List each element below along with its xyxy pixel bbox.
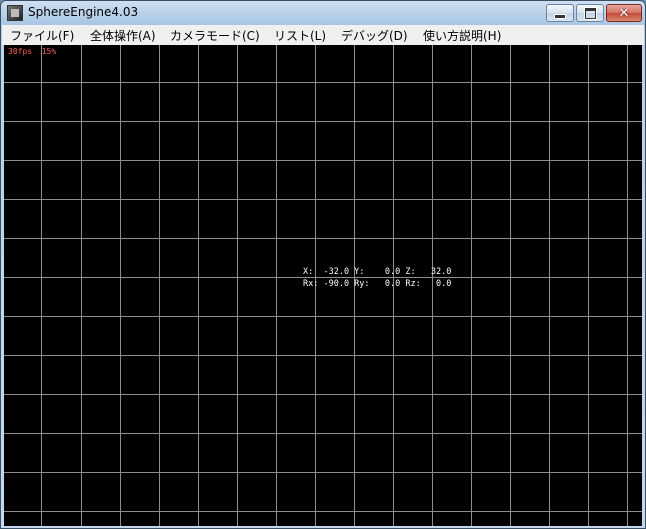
fps-readout: 30fps bbox=[8, 47, 33, 56]
close-icon: ✕ bbox=[618, 5, 630, 21]
menu-list[interactable]: リスト(L) bbox=[274, 27, 326, 44]
camera-coordinates: X: -32.0 Y: 0.0 Z: 32.0 Rx: -90.0 Ry: 0.0… bbox=[303, 266, 451, 290]
app-window: SphereEngine4.03 ✕ ファイル(F) 全体操作(A) カメラモー… bbox=[0, 0, 646, 529]
maximize-icon bbox=[584, 7, 596, 19]
performance-hud: 30fps 15% bbox=[8, 47, 56, 56]
minimize-button[interactable] bbox=[546, 4, 574, 22]
title-bar[interactable]: SphereEngine4.03 ✕ bbox=[1, 1, 645, 25]
close-button[interactable]: ✕ bbox=[606, 4, 642, 22]
menu-file[interactable]: ファイル(F) bbox=[10, 27, 74, 44]
rotation-readout: Rx: -90.0 Ry: 0.0 Rz: 0.0 bbox=[303, 279, 452, 289]
minimize-icon bbox=[554, 13, 566, 19]
load-readout: 15% bbox=[41, 47, 57, 56]
menu-bar: ファイル(F) 全体操作(A) カメラモード(C) リスト(L) デバッグ(D)… bbox=[2, 25, 644, 45]
menu-help[interactable]: 使い方説明(H) bbox=[423, 27, 501, 44]
menu-camera-mode[interactable]: カメラモード(C) bbox=[170, 27, 260, 44]
menu-global-operations[interactable]: 全体操作(A) bbox=[90, 27, 156, 44]
position-readout: X: -32.0 Y: 0.0 Z: 32.0 bbox=[303, 267, 452, 277]
maximize-button[interactable] bbox=[576, 4, 604, 22]
3d-viewport[interactable]: 30fps 15% X: -32.0 Y: 0.0 Z: 32.0 Rx: -90… bbox=[4, 45, 642, 526]
menu-debug[interactable]: デバッグ(D) bbox=[341, 27, 408, 44]
app-icon[interactable] bbox=[7, 5, 23, 21]
window-title: SphereEngine4.03 bbox=[28, 5, 139, 19]
